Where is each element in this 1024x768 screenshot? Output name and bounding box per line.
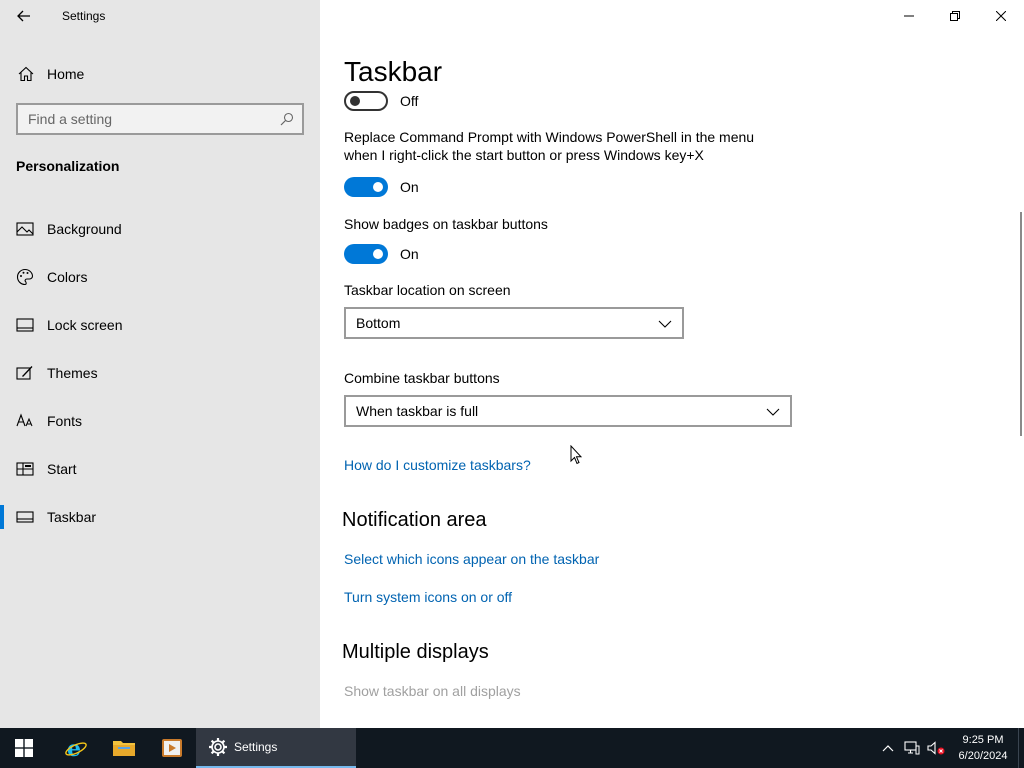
themes-icon bbox=[15, 363, 35, 383]
combine-label: Combine taskbar buttons bbox=[344, 370, 500, 386]
windows-logo-icon bbox=[15, 739, 33, 757]
sidebar-item-themes[interactable]: Themes bbox=[0, 349, 320, 397]
scrollbar[interactable] bbox=[1020, 212, 1022, 436]
palette-icon bbox=[15, 267, 35, 287]
taskbar: e Settings 9:25 PM 6/20/2024 bbox=[0, 728, 1024, 768]
sidebar-item-label: Fonts bbox=[47, 413, 83, 429]
chevron-down-icon bbox=[658, 320, 672, 328]
badges-toggle-row: On bbox=[344, 243, 964, 265]
search-icon bbox=[280, 112, 294, 126]
toggle-state-label: On bbox=[400, 179, 419, 195]
gear-icon bbox=[209, 738, 227, 756]
page-title: Taskbar bbox=[344, 56, 443, 87]
show-all-displays-label: Show taskbar on all displays bbox=[344, 683, 521, 699]
fonts-icon bbox=[15, 411, 35, 431]
toggle-state-label: Off bbox=[400, 93, 419, 109]
lock-screen-icon bbox=[15, 315, 35, 335]
home-label: Home bbox=[47, 66, 85, 82]
top-toggle-row: Off bbox=[344, 90, 964, 112]
close-button[interactable] bbox=[978, 0, 1024, 32]
taskbar-settings-button[interactable]: Settings bbox=[196, 728, 356, 768]
sidebar-item-taskbar[interactable]: Taskbar bbox=[0, 493, 320, 541]
home-icon bbox=[16, 64, 36, 84]
restore-button[interactable] bbox=[932, 0, 978, 32]
sidebar-item-label: Themes bbox=[47, 365, 98, 381]
system-tray: 9:25 PM 6/20/2024 bbox=[876, 728, 1024, 768]
media-player-button[interactable] bbox=[148, 728, 196, 768]
sidebar-item-label: Lock screen bbox=[47, 317, 123, 333]
top-toggle-switch[interactable] bbox=[344, 91, 388, 111]
settings-content: Off Replace Command Prompt with Windows … bbox=[342, 90, 964, 699]
file-explorer-button[interactable] bbox=[100, 728, 148, 768]
chevron-down-icon bbox=[766, 408, 780, 416]
location-dropdown-value: Bottom bbox=[356, 315, 401, 331]
badges-label: Show badges on taskbar buttons bbox=[344, 216, 548, 232]
clock-time: 9:25 PM bbox=[962, 734, 1004, 746]
media-player-icon bbox=[162, 739, 182, 757]
toggle-state-label: On bbox=[400, 246, 419, 262]
minimize-button[interactable] bbox=[886, 0, 932, 32]
badges-toggle-switch[interactable] bbox=[344, 244, 388, 264]
show-hidden-icons-button[interactable] bbox=[876, 728, 900, 768]
restore-icon bbox=[950, 11, 960, 21]
volume-muted-icon bbox=[927, 741, 945, 755]
main-pane: Taskbar Off Replace Command Prompt with … bbox=[320, 0, 1024, 728]
search-input[interactable] bbox=[18, 111, 268, 127]
system-icons-link[interactable]: Turn system icons on or off bbox=[344, 589, 964, 605]
picture-icon bbox=[15, 219, 35, 239]
sidebar-item-fonts[interactable]: Fonts bbox=[0, 397, 320, 445]
notification-area-heading: Notification area bbox=[342, 509, 487, 531]
home-nav-item[interactable]: Home bbox=[0, 56, 320, 92]
app-title: Settings bbox=[62, 9, 106, 23]
minimize-icon bbox=[904, 15, 914, 17]
replace-cmd-label: Replace Command Prompt with Windows Powe… bbox=[344, 129, 755, 163]
multiple-displays-heading: Multiple displays bbox=[342, 641, 489, 663]
replace-cmd-toggle-row: On bbox=[344, 176, 964, 198]
back-arrow-icon bbox=[17, 10, 30, 22]
sidebar-item-label: Start bbox=[47, 461, 77, 477]
search-box[interactable] bbox=[16, 103, 304, 135]
sidebar-item-background[interactable]: Background bbox=[0, 205, 320, 253]
sidebar-item-label: Taskbar bbox=[47, 509, 97, 525]
sidebar-item-colors[interactable]: Colors bbox=[0, 253, 320, 301]
start-button[interactable] bbox=[0, 728, 48, 768]
clock-date: 6/20/2024 bbox=[958, 750, 1008, 762]
select-icons-link[interactable]: Select which icons appear on the taskbar bbox=[344, 551, 964, 567]
sidebar-item-label: Colors bbox=[47, 269, 88, 285]
toggle-knob bbox=[373, 182, 383, 192]
section-heading: Personalization bbox=[16, 158, 120, 174]
location-label: Taskbar location on screen bbox=[344, 282, 511, 298]
taskbar-settings-label: Settings bbox=[234, 740, 278, 754]
window-controls bbox=[886, 0, 1024, 32]
combine-dropdown[interactable]: When taskbar is full bbox=[344, 395, 792, 427]
toggle-knob bbox=[373, 249, 383, 259]
network-button[interactable] bbox=[900, 728, 924, 768]
location-dropdown[interactable]: Bottom bbox=[344, 307, 684, 339]
internet-explorer-icon: e bbox=[65, 736, 87, 760]
sidebar-nav: Background Colors Lock screen Themes Fon… bbox=[0, 205, 320, 541]
mouse-cursor-icon bbox=[570, 445, 582, 465]
network-icon bbox=[904, 741, 920, 755]
sidebar-item-label: Background bbox=[47, 221, 122, 237]
internet-explorer-button[interactable]: e bbox=[52, 728, 100, 768]
sidebar-item-lock-screen[interactable]: Lock screen bbox=[0, 301, 320, 349]
sidebar-item-start[interactable]: Start bbox=[0, 445, 320, 493]
taskbar-icon bbox=[15, 507, 35, 527]
start-icon bbox=[15, 459, 35, 479]
toggle-knob bbox=[350, 96, 360, 106]
show-desktop-button[interactable] bbox=[1018, 728, 1024, 768]
replace-cmd-toggle-switch[interactable] bbox=[344, 177, 388, 197]
combine-dropdown-value: When taskbar is full bbox=[356, 403, 479, 419]
customize-taskbars-link[interactable]: How do I customize taskbars? bbox=[344, 457, 964, 473]
close-icon bbox=[996, 11, 1006, 21]
clock[interactable]: 9:25 PM 6/20/2024 bbox=[948, 732, 1018, 764]
titlebar-left: Settings bbox=[0, 0, 320, 32]
volume-button[interactable] bbox=[924, 728, 948, 768]
sidebar: Settings Home Personalization Background… bbox=[0, 0, 320, 728]
folder-icon bbox=[113, 741, 135, 756]
chevron-up-icon bbox=[882, 745, 894, 752]
back-button[interactable] bbox=[8, 4, 40, 28]
